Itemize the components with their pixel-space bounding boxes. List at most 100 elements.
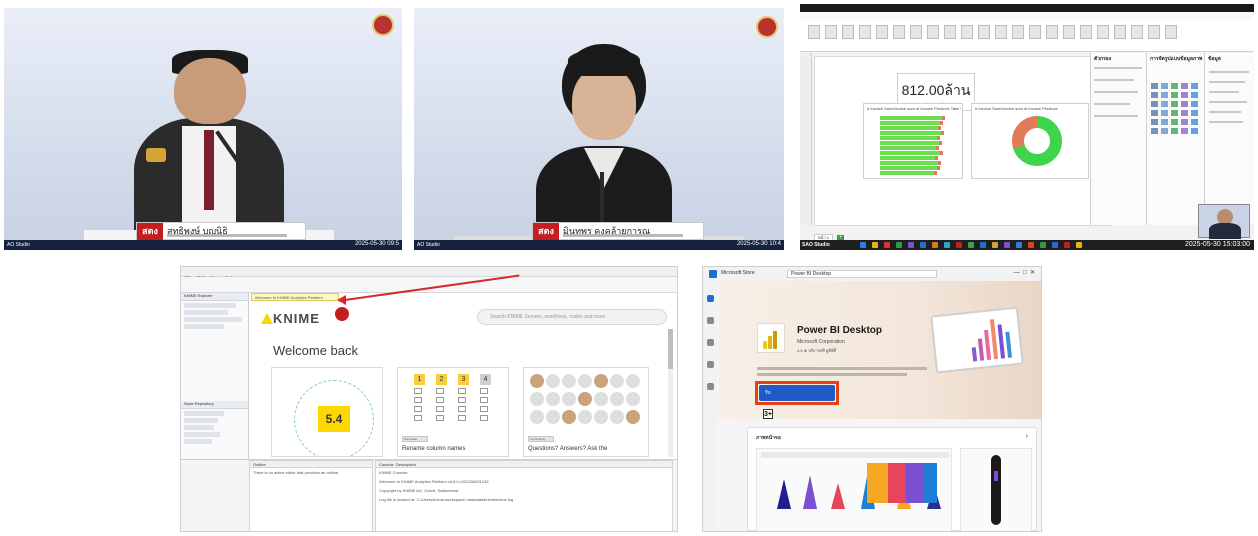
ribbon-button[interactable]: [961, 25, 973, 39]
taskbar-app-icon[interactable]: [1064, 242, 1070, 248]
report-canvas[interactable]: 812.00ล้าน of Invoice Sum # Invoice Sum/…: [814, 56, 1112, 226]
taskbar-app-icon[interactable]: [860, 242, 866, 248]
visual-type-icon[interactable]: [1151, 110, 1158, 116]
console-tab[interactable]: Console: [379, 462, 394, 467]
nav-rail-icon[interactable]: [707, 339, 714, 346]
chevron-right-icon[interactable]: ›: [1026, 433, 1028, 440]
window-controls[interactable]: — □ ✕: [1014, 269, 1035, 276]
taskbar-app-icon[interactable]: [992, 242, 998, 248]
taskbar-app-icon[interactable]: [920, 242, 926, 248]
visual-type-icon[interactable]: [1181, 83, 1188, 89]
ribbon-button[interactable]: [825, 25, 837, 39]
taskbar-app-icon[interactable]: [968, 242, 974, 248]
filters-pane[interactable]: ตัวกรอง: [1090, 53, 1146, 225]
taskbar-app-icon[interactable]: [884, 242, 890, 248]
screenshot-2[interactable]: [960, 448, 1032, 531]
bar-chart-visual[interactable]: # Invoice Sum/Invoice sum of Invoice Pro…: [863, 103, 963, 179]
use-case-card[interactable]: 1 2 3 4 Use Case Rename column names: [397, 367, 509, 457]
visual-type-icon[interactable]: [1161, 110, 1168, 116]
bottom-panels: Outline There is no active editor that p…: [181, 459, 677, 531]
ribbon-button[interactable]: [1148, 25, 1160, 39]
visual-type-icon[interactable]: [1171, 110, 1178, 116]
ribbon-button[interactable]: [893, 25, 905, 39]
visual-type-icon[interactable]: [1161, 128, 1168, 134]
visual-type-icon[interactable]: [1171, 83, 1178, 89]
visual-type-icon[interactable]: [1151, 92, 1158, 98]
vertical-scrollbar[interactable]: [668, 329, 673, 457]
ribbon-button[interactable]: [1131, 25, 1143, 39]
product-publisher[interactable]: Microsoft Corporation: [797, 339, 845, 345]
ribbon-button[interactable]: [978, 25, 990, 39]
taskbar-app-icon[interactable]: [1028, 242, 1034, 248]
ribbon-button[interactable]: [859, 25, 871, 39]
ribbon-button[interactable]: [944, 25, 956, 39]
visual-type-icon[interactable]: [1161, 101, 1168, 107]
visual-type-icon[interactable]: [1161, 119, 1168, 125]
donut-chart-visual[interactable]: # Invoice Sum/Invoice sum of Invoice Pro…: [971, 103, 1089, 179]
visual-type-icon[interactable]: [1171, 128, 1178, 134]
ribbon-button[interactable]: [1165, 25, 1177, 39]
visual-type-icon[interactable]: [1191, 128, 1198, 134]
taskbar-app-icon[interactable]: [980, 242, 986, 248]
visual-type-icon[interactable]: [1151, 83, 1158, 89]
visual-type-icon[interactable]: [1171, 101, 1178, 107]
taskbar-app-icon[interactable]: [1004, 242, 1010, 248]
visual-type-icon[interactable]: [1181, 110, 1188, 116]
console-line-1: Welcome to KNIME Analytics Platform v4.6…: [379, 479, 489, 484]
store-search-input[interactable]: Power BI Desktop: [787, 270, 937, 278]
visual-type-icon[interactable]: [1181, 92, 1188, 98]
view-switcher[interactable]: [800, 53, 812, 225]
ribbon-button[interactable]: [1046, 25, 1058, 39]
visual-type-icon[interactable]: [1151, 119, 1158, 125]
taskbar-app-icon[interactable]: [956, 242, 962, 248]
taskbar-app-icon[interactable]: [1052, 242, 1058, 248]
ribbon-button[interactable]: [876, 25, 888, 39]
taskbar-app-icon[interactable]: [872, 242, 878, 248]
visual-type-icon[interactable]: [1151, 101, 1158, 107]
visual-type-icon[interactable]: [1191, 92, 1198, 98]
taskbar-app-icon[interactable]: [1016, 242, 1022, 248]
visual-type-icon[interactable]: [1191, 119, 1198, 125]
ribbon-button[interactable]: [1029, 25, 1041, 39]
community-card[interactable]: Community Questions? Answers? Ask the: [523, 367, 649, 457]
data-pane[interactable]: ข้อมูล: [1204, 53, 1254, 225]
screenshot-1[interactable]: [756, 448, 952, 531]
taskbar-app-icon[interactable]: [944, 242, 950, 248]
visual-type-icon[interactable]: [1191, 110, 1198, 116]
taskbar-app-icon[interactable]: [932, 242, 938, 248]
description-tab[interactable]: Description: [396, 462, 416, 467]
taskbar-app-icon[interactable]: [1040, 242, 1046, 248]
visual-type-icon[interactable]: [1171, 119, 1178, 125]
ribbon-button[interactable]: [808, 25, 820, 39]
install-button[interactable]: รับ: [759, 385, 835, 401]
ribbon-button[interactable]: [1097, 25, 1109, 39]
visual-type-icon[interactable]: [1191, 83, 1198, 89]
visual-type-icon[interactable]: [1161, 83, 1168, 89]
taskbar-app-icon[interactable]: [896, 242, 902, 248]
visual-type-icon[interactable]: [1181, 101, 1188, 107]
nav-rail-icon[interactable]: [707, 361, 714, 368]
ribbon-button[interactable]: [1080, 25, 1092, 39]
visualizations-pane[interactable]: การจัดรูปแบบข้อมูลภาพ: [1146, 53, 1204, 225]
visual-type-icon[interactable]: [1181, 128, 1188, 134]
taskbar-app-icon[interactable]: [1076, 242, 1082, 248]
nav-rail-icon[interactable]: [707, 383, 714, 390]
welcome-tab[interactable]: Welcome to KNIME Analytics Platform: [251, 293, 339, 301]
ribbon-button[interactable]: [842, 25, 854, 39]
nav-rail-icon[interactable]: [707, 317, 714, 324]
visual-type-icon[interactable]: [1151, 128, 1158, 134]
taskbar-app-icon[interactable]: [908, 242, 914, 248]
visual-type-icon[interactable]: [1181, 119, 1188, 125]
visual-type-icon[interactable]: [1191, 101, 1198, 107]
search-input[interactable]: Search KNIME Servers, workflows, nodes a…: [477, 309, 667, 325]
visual-type-icon[interactable]: [1161, 92, 1168, 98]
release-card[interactable]: 5.4: [271, 367, 383, 457]
visual-type-icon[interactable]: [1171, 92, 1178, 98]
ribbon-button[interactable]: [1012, 25, 1024, 39]
ribbon-button[interactable]: [1063, 25, 1075, 39]
ribbon-button[interactable]: [995, 25, 1007, 39]
ribbon-button[interactable]: [927, 25, 939, 39]
nav-rail-icon[interactable]: [707, 295, 714, 302]
ribbon-button[interactable]: [1114, 25, 1126, 39]
ribbon-button[interactable]: [910, 25, 922, 39]
